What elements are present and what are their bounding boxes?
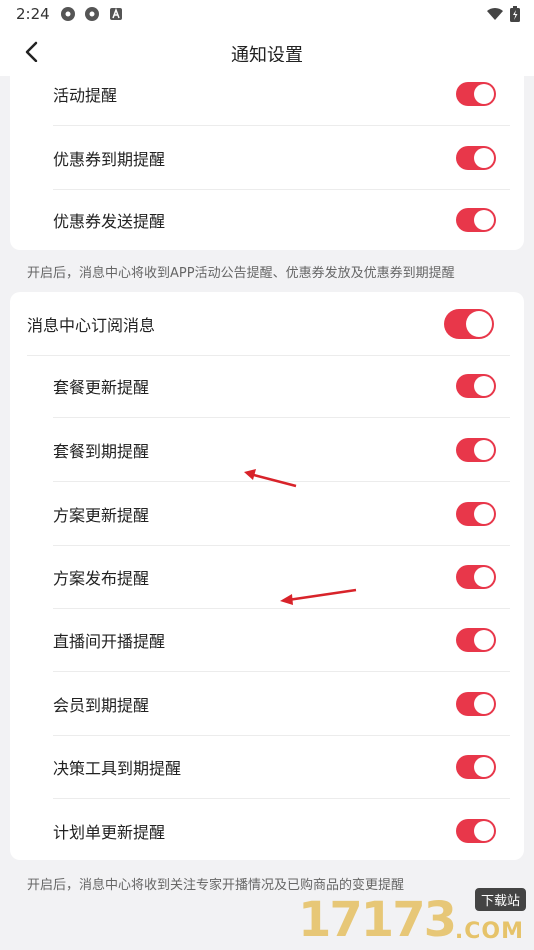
- toggle-knob: [474, 84, 494, 104]
- toggle-switch[interactable]: [456, 628, 496, 652]
- app-notification-icon: [85, 7, 99, 21]
- setting-row-plan-list-update: 计划单更新提醒: [10, 799, 524, 860]
- toggle-switch[interactable]: [456, 146, 496, 170]
- battery-icon: [510, 6, 520, 22]
- setting-row-subscription-master: 消息中心订阅消息: [10, 292, 524, 356]
- status-time: 2:24: [16, 5, 50, 23]
- master-toggle-switch[interactable]: [444, 309, 494, 339]
- toggle-switch[interactable]: [456, 82, 496, 106]
- toggle-switch[interactable]: [456, 374, 496, 398]
- toggle-knob: [466, 311, 492, 337]
- setting-row-package-update: 套餐更新提醒: [10, 354, 524, 418]
- app-notification-icon: [61, 7, 75, 21]
- toggle-knob: [474, 694, 494, 714]
- setting-row-plan-publish: 方案发布提醒: [10, 545, 524, 609]
- setting-label: 计划单更新提醒: [53, 823, 166, 842]
- watermark-logo: 17173 下载站 .COM: [298, 884, 528, 948]
- setting-row-activity: 活动提醒: [10, 62, 524, 126]
- watermark-tag: 下载站: [474, 888, 526, 911]
- setting-label: 方案更新提醒: [53, 506, 150, 525]
- wifi-icon: [487, 7, 503, 20]
- setting-row-coupon-expiry: 优惠券到期提醒: [10, 126, 524, 190]
- activity-notification-card: 活动提醒 优惠券到期提醒 优惠券发送提醒: [10, 62, 524, 250]
- toggle-switch[interactable]: [456, 565, 496, 589]
- toggle-knob: [474, 376, 494, 396]
- toggle-knob: [474, 757, 494, 777]
- toggle-switch[interactable]: [456, 502, 496, 526]
- toggle-knob: [474, 148, 494, 168]
- watermark-number: 17173: [298, 892, 457, 948]
- toggle-switch[interactable]: [456, 208, 496, 232]
- setting-label: 套餐到期提醒: [53, 442, 150, 461]
- setting-label: 消息中心订阅消息: [27, 316, 156, 335]
- setting-row-tool-expiry: 决策工具到期提醒: [10, 735, 524, 799]
- toggle-switch[interactable]: [456, 819, 496, 843]
- setting-label: 会员到期提醒: [53, 696, 150, 715]
- toggle-knob: [474, 567, 494, 587]
- setting-row-membership-expiry: 会员到期提醒: [10, 672, 524, 736]
- setting-label: 方案发布提醒: [53, 569, 150, 588]
- annotation-arrow-icon: [244, 469, 297, 488]
- toggle-knob: [474, 821, 494, 841]
- setting-label: 优惠券发送提醒: [53, 212, 166, 231]
- status-bar: 2:24: [0, 0, 534, 28]
- setting-row-coupon-send: 优惠券发送提醒: [10, 188, 524, 250]
- subscription-notification-card: 消息中心订阅消息 套餐更新提醒 套餐到期提醒 方案更新提醒 方案发布提醒 直播间…: [10, 292, 524, 860]
- setting-label: 优惠券到期提醒: [53, 150, 166, 169]
- setting-row-live-start: 直播间开播提醒: [10, 608, 524, 672]
- toggle-knob: [474, 440, 494, 460]
- watermark-domain: .COM: [454, 919, 524, 944]
- toggle-switch[interactable]: [456, 438, 496, 462]
- setting-label: 活动提醒: [53, 86, 118, 105]
- a-notification-icon: [110, 7, 122, 20]
- toggle-switch[interactable]: [456, 692, 496, 716]
- setting-label: 套餐更新提醒: [53, 378, 150, 397]
- activity-note: 开启后，消息中心将收到APP活动公告提醒、优惠券发放及优惠券到期提醒: [27, 266, 455, 281]
- setting-row-plan-update: 方案更新提醒: [10, 482, 524, 546]
- toggle-switch[interactable]: [456, 755, 496, 779]
- setting-label: 决策工具到期提醒: [53, 759, 182, 778]
- toggle-knob: [474, 210, 494, 230]
- toggle-knob: [474, 630, 494, 650]
- setting-label: 直播间开播提醒: [53, 632, 166, 651]
- annotation-arrow-icon: [280, 588, 357, 605]
- toggle-knob: [474, 504, 494, 524]
